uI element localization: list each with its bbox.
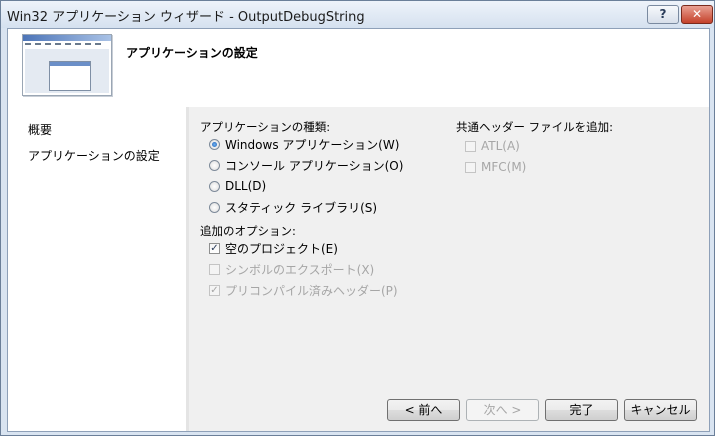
radio-icon — [209, 201, 220, 213]
window-title: Win32 アプリケーション ウィザード - OutputDebugString — [7, 10, 365, 25]
checkbox-icon — [465, 161, 476, 173]
app-type-heading: アプリケーションの種類: — [200, 120, 331, 134]
checkbox-icon — [465, 140, 476, 152]
finish-button[interactable]: 完了 — [545, 399, 618, 421]
title-bar[interactable]: Win32 アプリケーション ウィザード - OutputDebugString… — [1, 1, 714, 28]
radio-label: DLL(D) — [225, 179, 267, 193]
checkbox-mfc: MFC(M) — [465, 158, 526, 176]
nav-item-overview[interactable]: 概要 — [28, 121, 52, 138]
checkbox-atl: ATL(A) — [465, 137, 520, 155]
radio-static-lib[interactable]: スタティック ライブラリ(S) — [209, 198, 377, 216]
checkbox-empty-project[interactable]: ✓ 空のプロジェクト(E) — [209, 239, 338, 257]
page-title: アプリケーションの設定 — [126, 46, 258, 60]
checkbox-export-symbols: シンボルのエクスポート(X) — [209, 260, 374, 278]
radio-label: スタティック ライブラリ(S) — [225, 200, 378, 215]
wizard-client: アプリケーションの設定 概要 アプリケーションの設定 アプリケーションの種類: … — [7, 28, 710, 432]
radio-dll[interactable]: DLL(D) — [209, 177, 266, 195]
radio-windows-app[interactable]: Windows アプリケーション(W) — [209, 135, 399, 153]
nav-item-app-settings[interactable]: アプリケーションの設定 — [28, 147, 160, 164]
radio-selected-icon — [209, 138, 220, 150]
checkbox-checked-icon: ✓ — [209, 284, 220, 296]
checkbox-label: 空のプロジェクト(E) — [225, 241, 338, 256]
wizard-header: アプリケーションの設定 — [8, 29, 709, 107]
prev-button[interactable]: < 前へ — [387, 399, 460, 421]
radio-icon — [209, 159, 220, 171]
close-button[interactable]: ✕ — [681, 5, 713, 24]
checkbox-label: プリコンパイル済みヘッダー(P) — [225, 283, 398, 298]
next-button: 次へ > — [466, 399, 539, 421]
settings-pane: アプリケーションの種類: Windows アプリケーション(W) コンソール ア… — [189, 107, 709, 431]
radio-icon — [209, 180, 220, 192]
checkbox-label: シンボルのエクスポート(X) — [225, 262, 375, 277]
radio-label: Windows アプリケーション(W) — [225, 137, 400, 152]
checkbox-icon — [209, 263, 220, 275]
checkbox-precompiled-header: ✓ プリコンパイル済みヘッダー(P) — [209, 281, 398, 299]
wizard-window: Win32 アプリケーション ウィザード - OutputDebugString… — [0, 0, 715, 436]
cancel-button[interactable]: キャンセル — [624, 399, 697, 421]
help-button[interactable]: ? — [647, 5, 679, 24]
radio-console-app[interactable]: コンソール アプリケーション(O) — [209, 156, 403, 174]
additional-options-heading: 追加のオプション: — [200, 224, 296, 238]
checkbox-checked-icon: ✓ — [209, 242, 220, 254]
radio-label: コンソール アプリケーション(O) — [225, 158, 404, 173]
window-thumbnail-icon — [22, 34, 112, 96]
nav-pane: 概要 アプリケーションの設定 — [8, 107, 186, 431]
checkbox-label: MFC(M) — [481, 160, 527, 174]
common-headers-heading: 共通ヘッダー ファイルを追加: — [456, 120, 614, 134]
checkbox-label: ATL(A) — [481, 139, 520, 153]
